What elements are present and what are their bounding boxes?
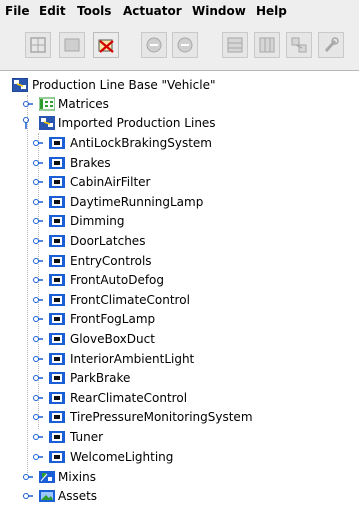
production-line-icon [49, 313, 65, 326]
table-columns-icon [259, 37, 275, 53]
production-line-icon [49, 156, 65, 169]
production-line-icon [49, 391, 65, 404]
collapsed-toggle-icon[interactable] [33, 313, 43, 325]
collapsed-toggle-icon[interactable] [33, 196, 43, 208]
tree-node-label: Imported Production Lines [58, 116, 216, 130]
tree-node-label: FrontClimateControl [70, 292, 190, 307]
production-line-icon [49, 137, 65, 149]
collapsed-toggle-icon[interactable] [33, 157, 43, 169]
tree-node-label: DaytimeRunningLamp [70, 194, 204, 209]
menu-tools[interactable]: Tools [77, 4, 111, 18]
tree-node-label: Mixins [58, 470, 96, 484]
collapsed-toggle-icon[interactable] [23, 98, 33, 110]
link-icon [291, 37, 307, 53]
collapsed-toggle-icon[interactable] [33, 372, 43, 384]
table-icon [227, 37, 243, 53]
menu-edit[interactable]: Edit [39, 4, 66, 18]
collapsed-toggle-icon[interactable] [33, 333, 43, 345]
tree-node-label: AntiLockBrakingSystem [70, 136, 212, 150]
production-line-icon [49, 450, 65, 463]
tree-node-label: Assets [58, 489, 98, 503]
wrench-icon [324, 37, 339, 53]
mixins-icon [39, 471, 55, 483]
tree-root-label: Production Line Base "Vehicle" [32, 78, 216, 92]
wrench-button[interactable] [318, 32, 344, 58]
collapsed-toggle-icon[interactable] [33, 274, 43, 286]
circle-remove-icon [177, 37, 193, 53]
circle-add-button[interactable] [141, 32, 167, 58]
production-line-icon [49, 254, 65, 267]
tree-node-label: InteriorAmbientLight [70, 351, 195, 366]
production-line-icon [49, 431, 65, 443]
link-button[interactable] [286, 32, 312, 58]
collapsed-toggle-icon[interactable] [33, 255, 43, 267]
collapsed-toggle-icon[interactable] [23, 490, 33, 502]
cancel-edit-button[interactable] [93, 32, 119, 58]
menu-file[interactable]: File [5, 4, 30, 18]
collapsed-toggle-icon[interactable] [33, 294, 43, 306]
production-line-icon [49, 215, 65, 228]
collapsed-toggle-icon[interactable] [33, 137, 43, 149]
tree-node-label: ParkBrake [70, 371, 131, 386]
tree-node-label: Brakes [70, 155, 111, 170]
menu-window[interactable]: Window [192, 4, 246, 18]
tree-node-label: TirePressureMonitoringSystem [70, 410, 253, 425]
production-line-icon [49, 195, 65, 208]
frame-icon [64, 38, 80, 52]
menu-help[interactable]: Help [256, 4, 287, 18]
table-button[interactable] [222, 32, 248, 58]
table-columns-button[interactable] [254, 32, 280, 58]
tree-node-label: EntryControls [70, 253, 152, 268]
menu-actuator[interactable]: Actuator [123, 4, 182, 18]
collapsed-toggle-icon[interactable] [33, 176, 43, 188]
menu-bar: File Edit Tools Actuator Window Help [0, 0, 359, 22]
collapsed-toggle-icon[interactable] [33, 353, 43, 365]
grid-button[interactable] [25, 32, 51, 58]
vehicle-icon [12, 78, 28, 92]
tree-node-label: WelcomeLighting [70, 449, 174, 464]
tree-node-label: Matrices [58, 97, 109, 111]
tree-node-label: GloveBoxDuct [70, 332, 155, 346]
assets-icon [39, 490, 55, 502]
circle-remove-button[interactable] [172, 32, 198, 58]
production-line-icon [49, 352, 65, 365]
collapsed-toggle-icon[interactable] [23, 471, 33, 483]
production-line-icon [49, 176, 65, 189]
tree-node-label: Dimming [70, 214, 125, 229]
production-line-icon [49, 333, 65, 345]
frame-button[interactable] [59, 32, 85, 58]
collapsed-toggle-icon[interactable] [33, 235, 43, 247]
tree-node-label: FrontAutoDefog [70, 273, 165, 288]
circle-add-icon [146, 37, 162, 53]
tree-node-label: DoorLatches [70, 234, 146, 248]
production-line-icon [49, 274, 65, 287]
collapsed-toggle-icon[interactable] [33, 411, 43, 423]
production-line-group-icon [39, 116, 55, 130]
grid-icon [30, 37, 46, 53]
tree-guide [27, 95, 28, 473]
collapsed-toggle-icon[interactable] [33, 431, 43, 443]
collapsed-toggle-icon[interactable] [33, 392, 43, 404]
tree-node-label: FrontFogLamp [70, 312, 156, 327]
production-line-icon [49, 293, 65, 306]
tree-node-label: CabinAirFilter [70, 175, 151, 190]
production-line-tree[interactable]: Production Line Base "Vehicle" Matrices [0, 70, 359, 509]
production-line-icon [49, 235, 65, 247]
tree-node-label: Tuner [70, 430, 104, 444]
production-line-icon [49, 372, 65, 385]
collapsed-toggle-icon[interactable] [33, 215, 43, 227]
collapsed-toggle-icon[interactable] [33, 451, 43, 463]
matrix-icon [39, 97, 55, 111]
expanded-toggle-icon[interactable] [21, 117, 31, 129]
toolbar [0, 26, 359, 66]
production-line-icon [49, 411, 65, 424]
cancel-edit-icon [98, 39, 114, 53]
tree-node-label: RearClimateControl [70, 390, 188, 405]
